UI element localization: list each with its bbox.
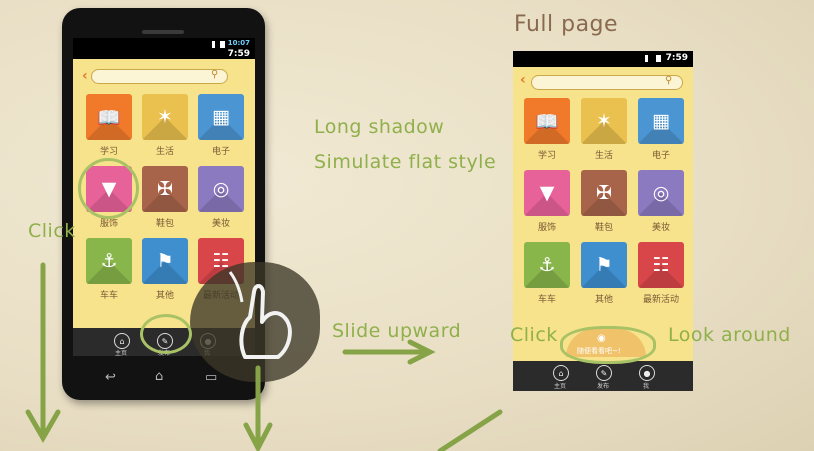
annotation-arrows — [25, 262, 503, 451]
diagonal-arrow — [437, 409, 503, 451]
